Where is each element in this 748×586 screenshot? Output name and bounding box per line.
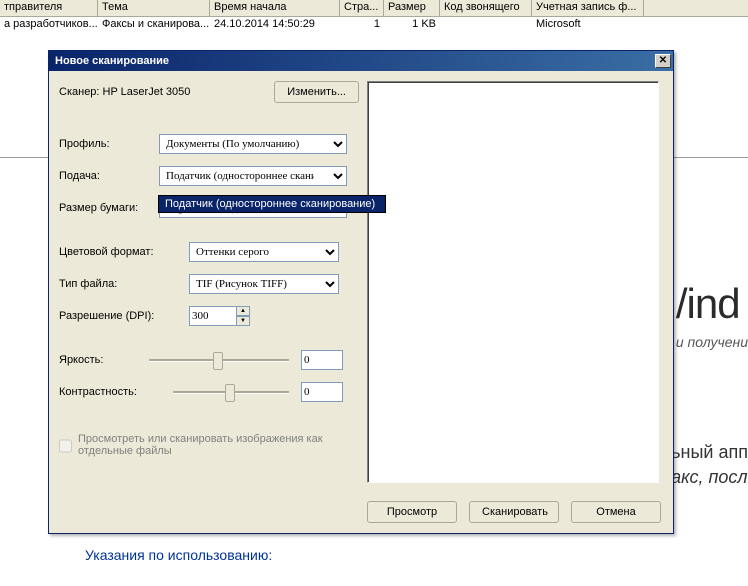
cell: 1 KB	[384, 17, 440, 34]
brightness-label: Яркость:	[59, 354, 149, 366]
background-table: тправителя Тема Время начала Стра... Раз…	[0, 0, 748, 34]
close-button[interactable]: ✕	[655, 54, 671, 68]
column-header[interactable]: Время начала	[210, 0, 340, 16]
table-header: тправителя Тема Время начала Стра... Раз…	[0, 0, 748, 17]
dpi-spinbox[interactable]: ▲ ▼	[189, 306, 250, 326]
cell: 1	[340, 17, 384, 34]
separate-files-label: Просмотреть или сканировать изображения …	[78, 433, 349, 457]
table-row[interactable]: а разработчиков... Факсы и сканирова... …	[0, 17, 748, 34]
contrast-slider[interactable]	[173, 382, 289, 402]
cell: а разработчиков...	[0, 17, 98, 34]
column-header[interactable]: тправителя	[0, 0, 98, 16]
file-type-select[interactable]: TIF (Рисунок TIFF)	[189, 274, 339, 294]
color-format-select[interactable]: Оттенки серого	[189, 242, 339, 262]
cell	[440, 17, 532, 34]
usage-instructions-link[interactable]: Указания по использованию:	[85, 547, 272, 563]
file-type-label: Тип файла:	[59, 278, 189, 290]
scan-button[interactable]: Сканировать	[469, 501, 559, 523]
column-header[interactable]: Стра...	[340, 0, 384, 16]
column-header[interactable]: Учетная запись ф...	[532, 0, 644, 16]
profile-select[interactable]: Документы (По умолчанию)	[159, 134, 347, 154]
dialog-title: Новое сканирование	[55, 55, 655, 67]
feed-label: Подача:	[59, 170, 159, 182]
preview-area	[367, 81, 659, 483]
brightness-slider[interactable]	[149, 350, 289, 370]
separate-files-checkbox	[59, 435, 72, 457]
titlebar[interactable]: Новое сканирование ✕	[49, 51, 673, 71]
column-header[interactable]: Размер	[384, 0, 440, 16]
contrast-input[interactable]	[301, 382, 343, 402]
contrast-label: Контрастность:	[59, 386, 149, 398]
profile-label: Профиль:	[59, 138, 159, 150]
dpi-input[interactable]	[189, 306, 237, 326]
preview-button[interactable]: Просмотр	[367, 501, 457, 523]
scanner-value: HP LaserJet 3050	[103, 86, 191, 98]
scanner-label: Сканер: HP LaserJet 3050	[59, 86, 274, 98]
cell: 24.10.2014 14:50:29	[210, 17, 340, 34]
color-format-label: Цветовой формат:	[59, 246, 189, 258]
watermark-sub: и получени	[676, 334, 748, 350]
new-scan-dialog: Новое сканирование ✕ Сканер: HP LaserJet…	[48, 50, 674, 534]
brightness-input[interactable]	[301, 350, 343, 370]
background-watermark: /ind и получени	[676, 280, 748, 350]
dpi-label: Разрешение (DPI):	[59, 310, 189, 322]
feed-select[interactable]: Податчик (одностороннее скани	[159, 166, 347, 186]
change-scanner-button[interactable]: Изменить...	[274, 81, 359, 103]
cell: Microsoft	[532, 17, 644, 34]
dpi-up-button[interactable]: ▲	[236, 306, 250, 316]
column-header[interactable]: Тема	[98, 0, 210, 16]
column-header[interactable]: Код звонящего	[440, 0, 532, 16]
dpi-down-button[interactable]: ▼	[236, 316, 250, 326]
cancel-button[interactable]: Отмена	[571, 501, 661, 523]
watermark-big: /ind	[676, 280, 748, 328]
background-lower-text: ьный апп акс, посл	[671, 440, 748, 490]
paper-size-label: Размер бумаги:	[59, 202, 159, 214]
feed-dropdown-option[interactable]: Податчик (одностороннее сканирование)	[158, 195, 386, 213]
cell: Факсы и сканирова...	[98, 17, 210, 34]
